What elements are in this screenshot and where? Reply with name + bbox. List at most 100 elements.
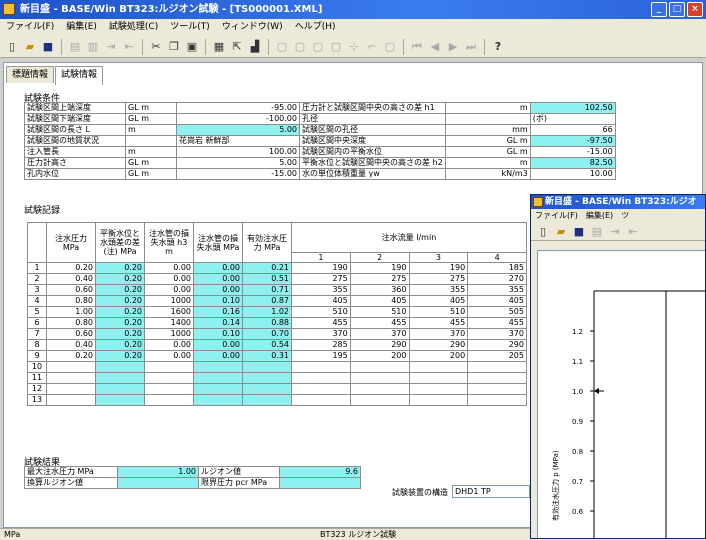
condition-value[interactable]: -95.00 (176, 102, 300, 114)
flow-cell[interactable]: 200 (408, 350, 469, 362)
flow-cell[interactable]: 405 (349, 295, 410, 307)
condition-value[interactable]: -100.00 (176, 113, 300, 125)
condition-value[interactable]: 5.00 (176, 157, 300, 169)
condition-value[interactable]: 82.50 (529, 157, 616, 169)
flow-cell[interactable]: 275 (291, 273, 351, 285)
flow-cell[interactable]: 275 (408, 273, 469, 285)
head-diff-cell[interactable]: 0.20 (95, 339, 145, 351)
flow-cell[interactable]: 405 (467, 295, 527, 307)
flow-cell[interactable]: 455 (467, 317, 527, 329)
pressure-cell[interactable]: 0.40 (46, 273, 96, 285)
flow-cell[interactable]: 455 (408, 317, 469, 329)
flow-cell[interactable]: 190 (349, 262, 410, 274)
condition-value[interactable]: -15.00 (176, 168, 300, 180)
effective-pressure-cell[interactable]: 0.54 (242, 339, 292, 351)
flow-cell[interactable]: 190 (291, 262, 351, 274)
pressure-cell[interactable]: 0.40 (46, 339, 96, 351)
loss-mpa-cell[interactable]: 0.10 (193, 328, 243, 340)
effective-pressure-cell[interactable]: 0.21 (242, 262, 292, 274)
new-file-icon[interactable]: ▯ (4, 39, 20, 55)
flow-cell[interactable]: 205 (467, 350, 527, 362)
condition-value[interactable]: 102.50 (529, 102, 616, 114)
flow-cell[interactable]: 290 (467, 339, 527, 351)
menu-window[interactable]: ウィンドウ(W) (216, 19, 289, 36)
pressure-cell[interactable] (46, 361, 96, 373)
prev-record-icon[interactable]: ◀ (427, 39, 443, 55)
condition-value[interactable]: 100.00 (176, 146, 300, 158)
condition-value[interactable]: 花崗岩 新鮮部 (176, 135, 300, 147)
pressure-cell[interactable]: 0.80 (46, 295, 96, 307)
tool-g-icon[interactable]: ▢ (382, 39, 398, 55)
graph-insert-icon[interactable]: ⇥ (607, 223, 623, 239)
critical-pressure-value[interactable] (279, 477, 361, 489)
effective-pressure-cell[interactable]: 0.71 (242, 284, 292, 296)
flow-cell[interactable]: 405 (291, 295, 351, 307)
condition-value[interactable]: 10.00 (529, 168, 616, 180)
head-diff-cell[interactable] (95, 361, 145, 373)
first-record-icon[interactable]: ⏮ (409, 39, 425, 55)
loss-m-cell[interactable]: 0.00 (144, 284, 194, 296)
loss-m-cell[interactable]: 1000 (144, 295, 194, 307)
flow-cell[interactable] (291, 361, 351, 373)
tool-c-icon[interactable]: ▢ (310, 39, 326, 55)
loss-m-cell[interactable]: 0.00 (144, 339, 194, 351)
flow-cell[interactable] (349, 383, 410, 395)
open-folder-icon[interactable]: ▰ (22, 39, 38, 55)
flow-cell[interactable] (291, 372, 351, 384)
flow-cell[interactable]: 370 (349, 328, 410, 340)
paste-icon[interactable]: ▣ (184, 39, 200, 55)
flow-cell[interactable]: 505 (467, 306, 527, 318)
head-diff-cell[interactable]: 0.20 (95, 295, 145, 307)
graph-open-icon[interactable]: ▰ (553, 223, 569, 239)
flow-cell[interactable]: 355 (291, 284, 351, 296)
menu-file[interactable]: ファイル(F) (0, 19, 60, 36)
flow-cell[interactable]: 290 (349, 339, 410, 351)
loss-mpa-cell[interactable] (193, 383, 243, 395)
head-diff-cell[interactable]: 0.20 (95, 284, 145, 296)
loss-m-cell[interactable]: 1600 (144, 306, 194, 318)
flow-cell[interactable]: 270 (467, 273, 527, 285)
effective-pressure-cell[interactable]: 0.31 (242, 350, 292, 362)
graph-menu-tools[interactable]: ツ (617, 211, 633, 220)
tab-test-info[interactable]: 試験情報 (55, 66, 104, 85)
head-diff-cell[interactable]: 0.20 (95, 273, 145, 285)
select-icon[interactable]: ⇱ (229, 39, 245, 55)
effective-pressure-cell[interactable] (242, 361, 292, 373)
effective-pressure-cell[interactable]: 0.70 (242, 328, 292, 340)
flow-cell[interactable] (408, 361, 469, 373)
head-diff-cell[interactable] (95, 394, 145, 406)
graph-new-icon[interactable]: ▯ (535, 223, 551, 239)
effective-pressure-cell[interactable] (242, 372, 292, 384)
flow-cell[interactable] (349, 372, 410, 384)
head-diff-cell[interactable]: 0.20 (95, 328, 145, 340)
tool-b-icon[interactable]: ▢ (292, 39, 308, 55)
flow-cell[interactable] (467, 361, 527, 373)
pressure-cell[interactable] (46, 383, 96, 395)
loss-mpa-cell[interactable]: 0.14 (193, 317, 243, 329)
converted-lugeon-value[interactable] (117, 477, 199, 489)
cut-icon[interactable]: ✂ (148, 39, 164, 55)
graph-save-icon[interactable]: ■ (571, 223, 587, 239)
effective-pressure-cell[interactable]: 1.02 (242, 306, 292, 318)
flow-cell[interactable]: 405 (408, 295, 469, 307)
menu-edit[interactable]: 編集(E) (60, 19, 103, 36)
menu-tools[interactable]: ツール(T) (164, 19, 216, 36)
loss-mpa-cell[interactable] (193, 394, 243, 406)
loss-m-cell[interactable]: 0.00 (144, 273, 194, 285)
flow-cell[interactable]: 360 (349, 284, 410, 296)
graph-window[interactable]: 新目盛 - BASE/Win BT323:ルジオ ファイル(F) 編集(E) ツ ▯… (530, 194, 706, 539)
condition-value[interactable]: -97.50 (529, 135, 616, 147)
loss-m-cell[interactable] (144, 372, 194, 384)
pressure-cell[interactable]: 0.20 (46, 350, 96, 362)
flow-cell[interactable] (467, 372, 527, 384)
flow-cell[interactable] (349, 361, 410, 373)
flow-cell[interactable]: 370 (408, 328, 469, 340)
loss-mpa-cell[interactable]: 0.16 (193, 306, 243, 318)
structure-field[interactable]: DHD1 TP (452, 485, 530, 498)
flow-cell[interactable]: 455 (291, 317, 351, 329)
flow-cell[interactable]: 355 (467, 284, 527, 296)
print-icon[interactable]: ▤ (67, 39, 83, 55)
pressure-cell[interactable]: 0.60 (46, 328, 96, 340)
flow-cell[interactable]: 510 (408, 306, 469, 318)
copy-icon[interactable]: ❐ (166, 39, 182, 55)
